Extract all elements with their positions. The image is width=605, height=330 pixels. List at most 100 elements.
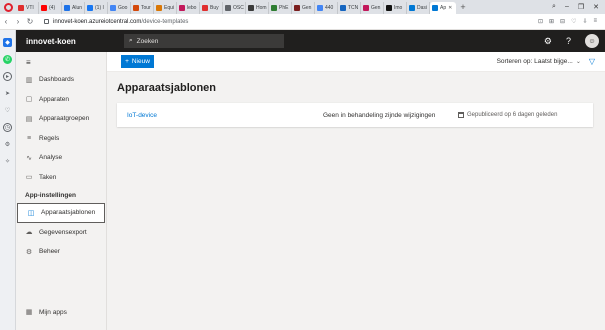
analytics-icon: ∿ xyxy=(26,154,32,162)
search-tabs-icon[interactable]: ⌕ xyxy=(552,3,556,11)
tab-favicon-icon xyxy=(317,5,323,11)
menu-icon[interactable]: ≡ xyxy=(593,18,597,25)
tab-favicon-icon xyxy=(432,5,438,11)
browser-tab-bar: VTI (4) Alun (1) I Goo Tour Equi lebo Buy OSC Hom P… xyxy=(0,0,605,14)
search-input[interactable]: ⌕ Zoeken xyxy=(124,34,284,48)
tab-label: (4) xyxy=(49,5,56,11)
heart-icon[interactable]: ♡ xyxy=(571,18,576,25)
tab-favicon-icon xyxy=(248,5,254,11)
address-bar-row: ‹ › ↻ innovet-koen.azureiotcentral.com/d… xyxy=(0,14,605,30)
nav-item-apparaten[interactable]: ▢ Apparaten xyxy=(16,90,106,110)
browser-tab[interactable]: lebo xyxy=(177,2,200,14)
browser-tab[interactable]: OSC xyxy=(223,2,246,14)
sort-label: Sorteren op: Laatst bijge... xyxy=(496,58,573,65)
extensions-icon[interactable]: ⊞ xyxy=(549,18,554,25)
nav-footer: ▦ Mijn apps xyxy=(16,303,106,323)
rules-icon: ≡ xyxy=(26,134,32,142)
avatar[interactable]: ☺ xyxy=(585,34,599,48)
browser-tab[interactable]: (4) xyxy=(39,2,62,14)
browser-tab[interactable]: Dasi xyxy=(407,2,430,14)
template-status: Geen in behandeling zijnde wijzigingen xyxy=(323,111,436,119)
tab-label: PhE xyxy=(279,5,289,11)
browser-tab[interactable]: Imo xyxy=(384,2,407,14)
opera-menu-icon[interactable] xyxy=(0,0,16,14)
browser-tab[interactable]: Ap ✕ xyxy=(430,2,456,14)
player-icon[interactable]: ▸ xyxy=(3,72,12,81)
new-tab-button[interactable]: + xyxy=(456,2,470,12)
nav-item-label: Analyse xyxy=(39,154,63,162)
browser-tab[interactable]: (1) I xyxy=(85,2,108,14)
snapshot-icon[interactable]: ⊡ xyxy=(538,18,543,25)
download-icon[interactable]: ⇩ xyxy=(582,18,587,25)
nav-item-beheer[interactable]: ⚙ Beheer xyxy=(16,242,106,262)
app-title[interactable]: innovet-koen xyxy=(16,37,108,46)
dashboard-icon: ▥ xyxy=(25,76,33,84)
nav-item-taken[interactable]: ▭ Taken xyxy=(16,168,106,188)
settings-nav-list: ◫ Apparaatsjablonen ☁ Gegevensexport ⚙ Beheer xyxy=(16,203,106,262)
reload-button[interactable]: ↻ xyxy=(24,17,36,26)
tab-favicon-icon xyxy=(41,5,47,11)
sort-dropdown[interactable]: Sorteren op: Laatst bijge... ⌄ xyxy=(497,58,581,65)
browser-tab[interactable]: Buy xyxy=(200,2,223,14)
nav-item-regels[interactable]: ≡ Regels xyxy=(16,129,106,149)
browser-tab[interactable]: Goo xyxy=(108,2,131,14)
maximize-button[interactable]: ❐ xyxy=(578,3,584,11)
browser-tab[interactable]: VTI xyxy=(16,2,39,14)
tab-favicon-icon xyxy=(386,5,392,11)
nav-item-gegevensexport[interactable]: ☁ Gegevensexport xyxy=(16,223,106,243)
search-icon: ⌕ xyxy=(129,37,133,44)
browser-tab[interactable]: Hom xyxy=(246,2,269,14)
browser-tab[interactable]: Alun xyxy=(62,2,85,14)
messenger-icon[interactable]: ◆ xyxy=(3,38,12,47)
nav-item-dashboards[interactable]: ▥ Dashboards xyxy=(16,70,106,90)
jobs-icon: ▭ xyxy=(25,174,33,182)
nav-item-apparaatsjablonen[interactable]: ◫ Apparaatsjablonen xyxy=(17,203,105,223)
nav-item-analyse[interactable]: ∿ Analyse xyxy=(16,148,106,168)
nav-list: ▥ Dashboards ▢ Apparaten ▤ Apparaatgroepen ≡ Re… xyxy=(16,70,106,187)
nav-item-label: Gegevensexport xyxy=(39,228,87,236)
send-icon[interactable]: ➤ xyxy=(3,89,12,98)
new-template-button[interactable]: + Nieuw xyxy=(121,55,154,68)
hamburger-menu-icon[interactable]: ≡ xyxy=(16,52,106,70)
browser-tab[interactable]: PhE xyxy=(269,2,292,14)
settings-gear-icon[interactable]: ⚙ xyxy=(544,36,552,47)
nav-item-my-apps[interactable]: ▦ Mijn apps xyxy=(16,303,106,323)
heart-icon[interactable]: ♡ xyxy=(3,106,12,115)
tab-label: Goo xyxy=(118,5,128,11)
wallet-icon[interactable]: ⊟ xyxy=(560,18,565,25)
browser-tab[interactable]: Gen xyxy=(361,2,384,14)
address-field[interactable]: innovet-koen.azureiotcentral.com/device-… xyxy=(44,19,188,25)
browser-tab[interactable]: Gen xyxy=(292,2,315,14)
tab-favicon-icon xyxy=(18,5,24,11)
history-icon[interactable]: ◷ xyxy=(3,123,12,132)
tab-favicon-icon xyxy=(87,5,93,11)
window-controls: ⌕ – ❐ ✕ xyxy=(552,3,605,11)
forward-button[interactable]: › xyxy=(12,17,24,26)
browser-tab[interactable]: 440 xyxy=(315,2,338,14)
tab-favicon-icon xyxy=(133,5,139,11)
close-window-button[interactable]: ✕ xyxy=(593,3,599,11)
header-actions: ⚙ ? ☺ xyxy=(544,34,605,48)
browser-tab[interactable]: TCN xyxy=(338,2,361,14)
browser-tab[interactable]: Tour xyxy=(131,2,154,14)
minimize-button[interactable]: – xyxy=(565,3,569,11)
tab-label: TCN xyxy=(348,5,359,11)
lightbulb-icon[interactable]: ✧ xyxy=(3,157,12,166)
settings-icon[interactable]: ⚙ xyxy=(3,140,12,149)
browser-tab[interactable]: Equi xyxy=(154,2,177,14)
nav-item-apparaatgroepen[interactable]: ▤ Apparaatgroepen xyxy=(16,109,106,129)
nav-item-label: Apparaatsjablonen xyxy=(41,209,96,217)
nav-item-label: Apparaten xyxy=(39,95,69,103)
template-name-link[interactable]: IoT-device xyxy=(127,112,323,119)
new-button-label: Nieuw xyxy=(131,58,150,65)
back-button[interactable]: ‹ xyxy=(0,17,12,26)
whatsapp-icon[interactable]: ✆ xyxy=(3,55,12,64)
device-groups-icon: ▤ xyxy=(25,115,33,123)
help-icon[interactable]: ? xyxy=(566,36,571,46)
filter-icon[interactable]: ▽ xyxy=(589,57,595,66)
tab-label: Gen xyxy=(371,5,381,11)
tab-label: Tour xyxy=(141,5,151,11)
devices-icon: ▢ xyxy=(25,96,33,104)
close-tab-icon[interactable]: ✕ xyxy=(448,5,452,11)
published-text: Gepubliceerd op 6 dagen geleden xyxy=(467,112,558,118)
